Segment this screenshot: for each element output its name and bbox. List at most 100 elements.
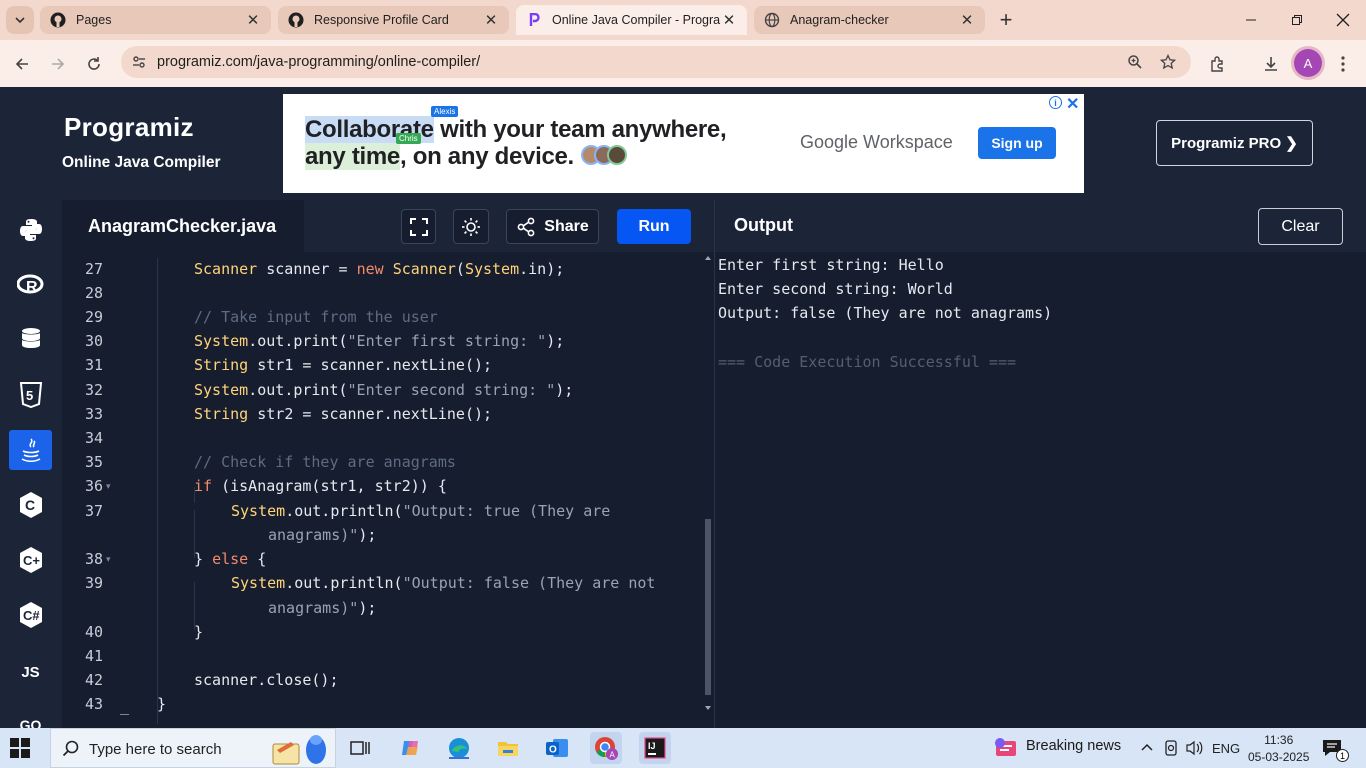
meet-now-icon[interactable] — [1163, 739, 1179, 757]
forward-button[interactable] — [43, 49, 73, 79]
tab-title: Responsive Profile Card — [314, 13, 449, 27]
edge-icon[interactable] — [443, 732, 475, 764]
language-indicator[interactable]: ENG — [1212, 741, 1240, 756]
notifications-button[interactable]: 1 — [1318, 732, 1349, 764]
line-number: 30 — [84, 332, 103, 350]
ad-close-icon[interactable]: ✕ — [1066, 94, 1079, 114]
run-button[interactable]: Run — [617, 209, 691, 244]
svg-text:A: A — [610, 751, 616, 760]
programiz-pro-button[interactable]: Programiz PRO ❯ — [1156, 120, 1313, 166]
address-bar[interactable]: programiz.com/java-programming/online-co… — [121, 46, 1191, 78]
advertisement-banner[interactable]: Collaborate with your team anywhere, any… — [283, 94, 1084, 193]
menu-button[interactable] — [1328, 49, 1358, 79]
extensions-button[interactable] — [1203, 49, 1233, 79]
search-highlight-icon — [272, 735, 326, 765]
cpp-icon[interactable]: C+ — [9, 540, 52, 580]
fullscreen-icon — [409, 217, 428, 236]
outlook-icon[interactable]: O — [541, 732, 573, 764]
csharp-icon[interactable]: C# — [9, 595, 52, 635]
news-widget-label[interactable]: Breaking news — [1026, 738, 1121, 754]
arrow-right-icon — [52, 58, 65, 70]
search-placeholder: Type here to search — [89, 741, 222, 758]
fold-toggle-icon[interactable]: ▾ — [106, 554, 111, 565]
clear-button[interactable]: Clear — [1258, 208, 1343, 245]
restore-button[interactable] — [1274, 0, 1320, 40]
copilot-icon[interactable] — [395, 732, 427, 764]
line-number: 39 — [84, 574, 103, 592]
html5-icon[interactable]: 5 — [9, 375, 52, 415]
fullscreen-button[interactable] — [401, 209, 436, 244]
profile-avatar[interactable]: A — [1294, 49, 1322, 77]
news-icon[interactable] — [993, 732, 1021, 764]
programiz-logo[interactable]: Programiz — [64, 112, 194, 143]
tab-search-button[interactable] — [6, 6, 34, 34]
line-number: 36 — [84, 477, 103, 495]
share-icon — [517, 217, 535, 236]
site-info-icon[interactable] — [129, 52, 149, 72]
close-window-button[interactable] — [1320, 0, 1366, 40]
intellij-icon[interactable]: IJ — [639, 732, 671, 764]
line-number: 31 — [84, 356, 103, 374]
zoom-icon[interactable] — [1125, 52, 1145, 72]
downloads-button[interactable] — [1256, 49, 1286, 79]
close-icon[interactable]: ✕ — [483, 12, 499, 29]
close-icon — [1336, 13, 1350, 27]
globe-icon — [764, 12, 780, 28]
browser-tab-bar: Pages ✕ Responsive Profile Card ✕ Online… — [0, 0, 1366, 40]
svg-text:IJ: IJ — [648, 741, 656, 751]
back-button[interactable] — [7, 49, 37, 79]
windows-start-icon[interactable] — [10, 738, 30, 758]
bookmark-star-icon[interactable] — [1158, 52, 1178, 72]
c-icon[interactable]: C — [9, 485, 52, 525]
new-tab-button[interactable]: + — [992, 6, 1020, 34]
ad-info-icon[interactable]: i — [1049, 96, 1062, 109]
code-line: } — [157, 695, 167, 713]
browser-tab-active[interactable]: Online Java Compiler - Program ✕ — [516, 5, 747, 35]
file-tab[interactable]: AnagramChecker.java — [62, 200, 304, 252]
ad-signup-button[interactable]: Sign up — [978, 127, 1056, 159]
close-icon[interactable]: ✕ — [721, 12, 737, 29]
more-vertical-icon — [1341, 56, 1345, 72]
task-view-icon[interactable] — [344, 732, 376, 764]
java-icon[interactable] — [9, 430, 52, 470]
taskbar-search-input[interactable]: Type here to search — [50, 728, 336, 768]
close-icon[interactable]: ✕ — [959, 12, 975, 29]
r-lang-icon[interactable]: R — [9, 265, 52, 305]
volume-icon[interactable] — [1185, 740, 1203, 756]
reload-button[interactable] — [79, 49, 109, 79]
go-icon[interactable]: GO — [9, 705, 52, 728]
python-icon[interactable] — [9, 210, 52, 250]
fold-toggle-icon[interactable]: ▾ — [106, 481, 111, 492]
line-number: 28 — [84, 284, 103, 302]
theme-toggle-button[interactable] — [453, 209, 489, 244]
browser-tab[interactable]: Anagram-checker ✕ — [754, 6, 985, 34]
output-line: Enter first string: Hello — [718, 256, 944, 274]
code-line: } — [194, 623, 204, 641]
minimize-button[interactable] — [1228, 0, 1274, 40]
share-button[interactable]: Share — [506, 209, 599, 244]
line-number: 34 — [84, 429, 103, 447]
chevron-up-icon[interactable] — [1140, 742, 1154, 752]
share-label: Share — [544, 217, 589, 235]
clock[interactable]: 11:36 05-03-2025 — [1248, 732, 1309, 766]
output-line: Output: false (They are not anagrams) — [718, 304, 1053, 322]
tab-title: Online Java Compiler - Program — [552, 13, 721, 27]
reload-icon — [88, 57, 100, 70]
code-editor[interactable]: 27 Scanner scanner = new Scanner(System.i… — [62, 252, 714, 728]
js-icon[interactable]: JS — [9, 652, 52, 692]
scroll-down-icon[interactable] — [703, 704, 713, 712]
screen: Pages ✕ Responsive Profile Card ✕ Online… — [0, 0, 1366, 768]
browser-tab[interactable]: Pages ✕ — [40, 6, 271, 34]
sql-icon[interactable] — [9, 320, 52, 360]
tab-title: Anagram-checker — [790, 13, 889, 27]
close-icon[interactable]: ✕ — [245, 12, 261, 29]
code-line: System.out.print("Enter first string: ")… — [194, 332, 565, 350]
file-explorer-icon[interactable] — [492, 732, 524, 764]
browser-tab[interactable]: Responsive Profile Card ✕ — [278, 6, 509, 34]
indent-guide — [157, 258, 158, 724]
chrome-icon[interactable]: A — [590, 732, 622, 764]
editor-scrollbar-thumb[interactable] — [705, 519, 711, 695]
scroll-up-icon[interactable] — [703, 254, 713, 262]
line-number: 38 — [84, 550, 103, 568]
ad-headline: Collaborate with your team anywhere, any… — [305, 116, 727, 172]
